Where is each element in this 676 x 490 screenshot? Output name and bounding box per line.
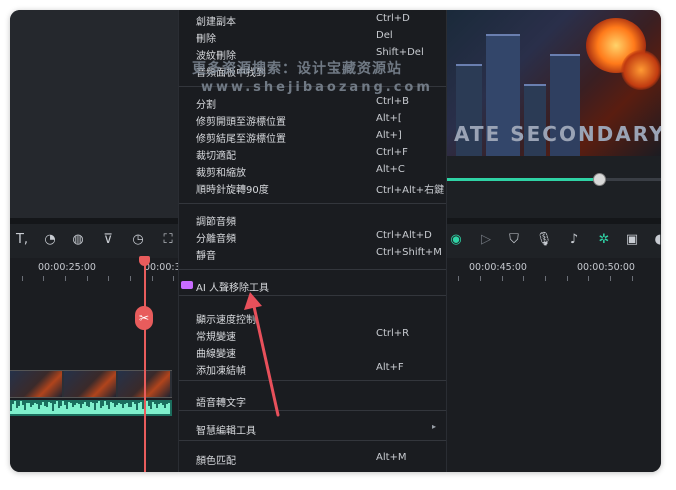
annotation-arrow: [244, 292, 280, 417]
app-window: ATE SECONDARY T, ◔ ◍ ⊽ ◷ ⛶ ◉ ▷ ⛉ 🎙 ♪ ✲ ▣…: [10, 10, 661, 472]
arrow-head: [244, 292, 262, 310]
arrow-shaft: [251, 300, 280, 417]
